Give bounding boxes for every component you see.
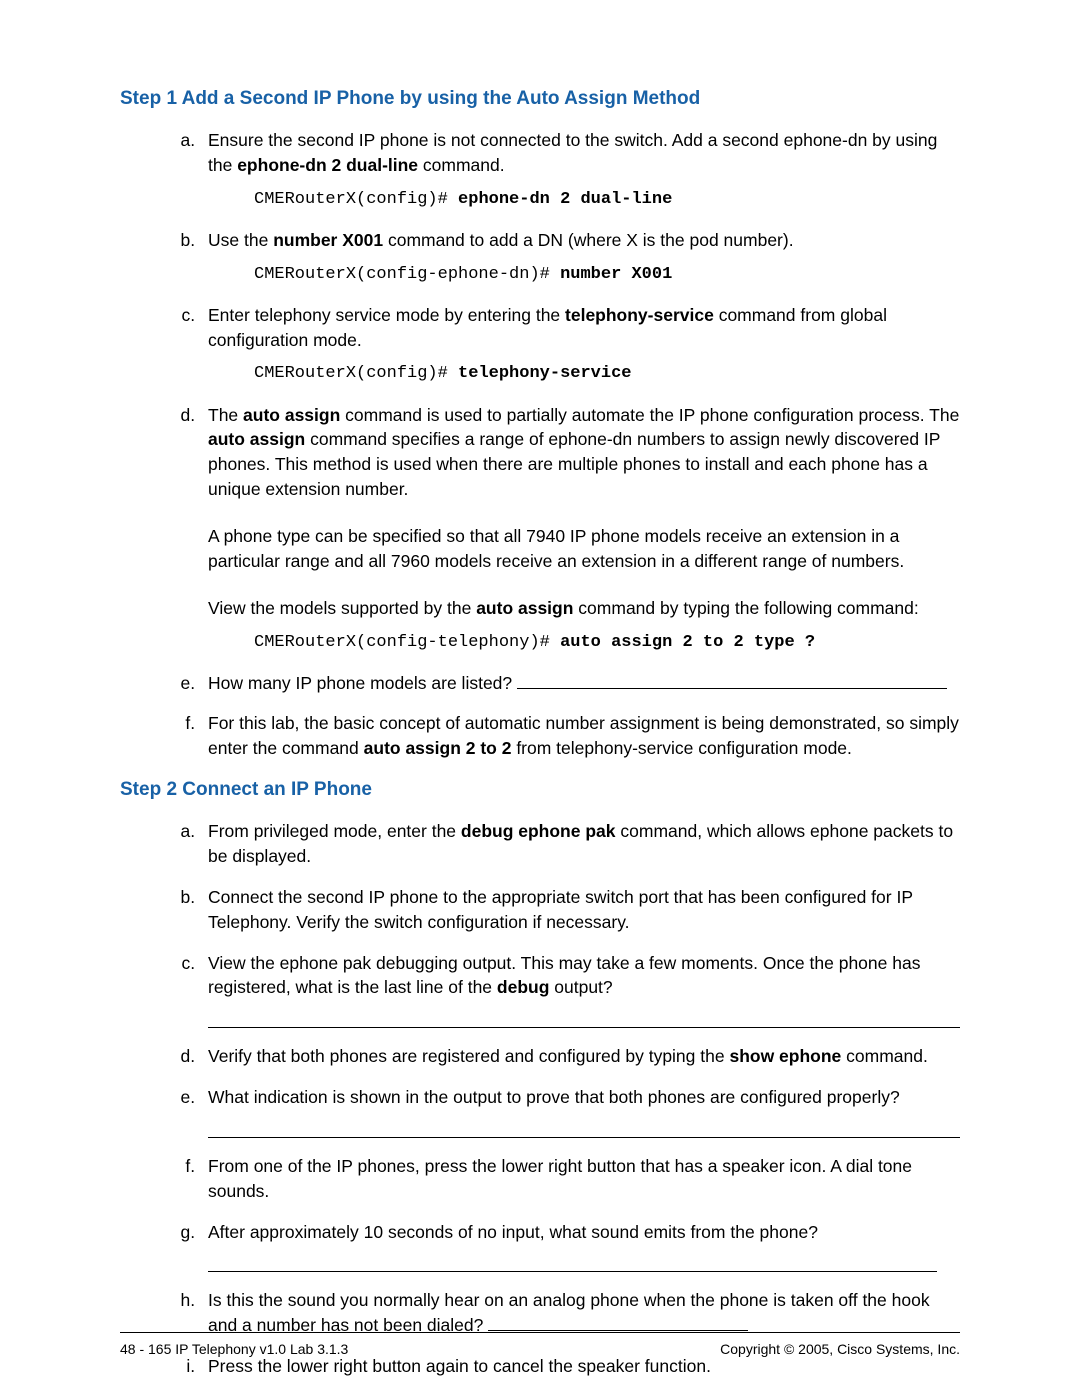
step2-item-e: What indication is shown in the output t… [200, 1085, 960, 1138]
step2-f-text: From one of the IP phones, press the low… [208, 1156, 912, 1201]
step1-d-p3-post: command by typing the following command: [573, 598, 918, 618]
step1-list: Ensure the second IP phone is not connec… [120, 128, 960, 761]
step2-item-h: Is this the sound you normally hear on a… [200, 1288, 960, 1338]
step2-item-f: From one of the IP phones, press the low… [200, 1154, 960, 1204]
footer-right: Copyright © 2005, Cisco Systems, Inc. [720, 1341, 960, 1357]
step2-item-b: Connect the second IP phone to the appro… [200, 885, 960, 935]
step2-c-bold: debug [497, 977, 550, 997]
step1-d-mid1: command is used to partially automate th… [340, 405, 959, 425]
step2-d-pre: Verify that both phones are registered a… [208, 1046, 729, 1066]
step1-item-b: Use the number X001 command to add a DN … [200, 228, 960, 287]
step2-a-pre: From privileged mode, enter the [208, 821, 461, 841]
step1-b-pre: Use the [208, 230, 273, 250]
step1-b-bold: number X001 [273, 230, 383, 250]
code-cmd: ephone-dn 2 dual-line [458, 190, 672, 209]
step1-d-bold1: auto assign [243, 405, 340, 425]
step2-i-text: Press the lower right button again to ca… [208, 1356, 711, 1376]
blank-field [488, 1314, 748, 1332]
step1-a-code: CMERouterX(config)# ephone-dn 2 dual-lin… [254, 188, 960, 212]
step1-d-pre: The [208, 405, 243, 425]
step1-item-a: Ensure the second IP phone is not connec… [200, 128, 960, 212]
step1-d-bold2: auto assign [208, 429, 305, 449]
step1-b-code: CMERouterX(config-ephone-dn)# number X00… [254, 263, 960, 287]
step1-d-p2: A phone type can be specified so that al… [208, 524, 960, 574]
code-prompt: CMERouterX(config-ephone-dn)# [254, 265, 560, 284]
step1-a-post: command. [418, 155, 505, 175]
step1-f-bold: auto assign 2 to 2 [364, 738, 512, 758]
document-page: Step 1 Add a Second IP Phone by using th… [0, 0, 1080, 1397]
code-prompt: CMERouterX(config)# [254, 190, 458, 209]
step2-item-i: Press the lower right button again to ca… [200, 1354, 960, 1379]
step2-b-text: Connect the second IP phone to the appro… [208, 887, 913, 932]
page-footer: 48 - 165 IP Telephony v1.0 Lab 3.1.3 Cop… [120, 1341, 960, 1357]
step1-c-code: CMERouterX(config)# telephony-service [254, 362, 960, 386]
step2-g-text: After approximately 10 seconds of no inp… [208, 1222, 818, 1242]
code-prompt: CMERouterX(config)# [254, 364, 458, 383]
step2-c-post: output? [549, 977, 612, 997]
step1-item-c: Enter telephony service mode by entering… [200, 303, 960, 387]
blank-field [208, 1136, 960, 1138]
step2-d-bold: show ephone [729, 1046, 841, 1066]
step2-item-g: After approximately 10 seconds of no inp… [200, 1220, 960, 1273]
blank-field [517, 671, 947, 689]
step1-d-p3-bold: auto assign [476, 598, 573, 618]
step1-c-bold: telephony-service [565, 305, 714, 325]
step2-d-post: command. [841, 1046, 928, 1066]
step1-d-code: CMERouterX(config-telephony)# auto assig… [254, 631, 960, 655]
code-cmd: auto assign 2 to 2 type ? [560, 633, 815, 652]
step1-d-p3-pre: View the models supported by the [208, 598, 476, 618]
step2-item-a: From privileged mode, enter the debug ep… [200, 819, 960, 869]
blank-field [208, 1026, 960, 1028]
step1-f-post: from telephony-service configuration mod… [511, 738, 851, 758]
footer-rule [120, 1332, 960, 1333]
step1-b-post: command to add a DN (where X is the pod … [383, 230, 793, 250]
step2-title: Step 2 Connect an IP Phone [120, 779, 960, 801]
step1-c-pre: Enter telephony service mode by entering… [208, 305, 565, 325]
blank-field [208, 1270, 937, 1272]
step1-d-p3: View the models supported by the auto as… [208, 596, 960, 621]
step2-item-d: Verify that both phones are registered a… [200, 1044, 960, 1069]
code-cmd: telephony-service [458, 364, 631, 383]
step1-item-e: How many IP phone models are listed? [200, 671, 960, 696]
step1-title: Step 1 Add a Second IP Phone by using th… [120, 88, 960, 110]
code-prompt: CMERouterX(config-telephony)# [254, 633, 560, 652]
code-cmd: number X001 [560, 265, 672, 284]
step1-e-text: How many IP phone models are listed? [208, 673, 517, 693]
step2-e-text: What indication is shown in the output t… [208, 1087, 900, 1107]
step2-list: From privileged mode, enter the debug ep… [120, 819, 960, 1379]
step2-a-bold: debug ephone pak [461, 821, 616, 841]
step2-item-c: View the ephone pak debugging output. Th… [200, 951, 960, 1029]
step1-d-mid2: command specifies a range of ephone-dn n… [208, 429, 940, 499]
step1-item-d: The auto assign command is used to parti… [200, 403, 960, 655]
step1-item-f: For this lab, the basic concept of autom… [200, 711, 960, 761]
step1-a-bold: ephone-dn 2 dual-line [237, 155, 418, 175]
footer-left: 48 - 165 IP Telephony v1.0 Lab 3.1.3 [120, 1341, 348, 1357]
